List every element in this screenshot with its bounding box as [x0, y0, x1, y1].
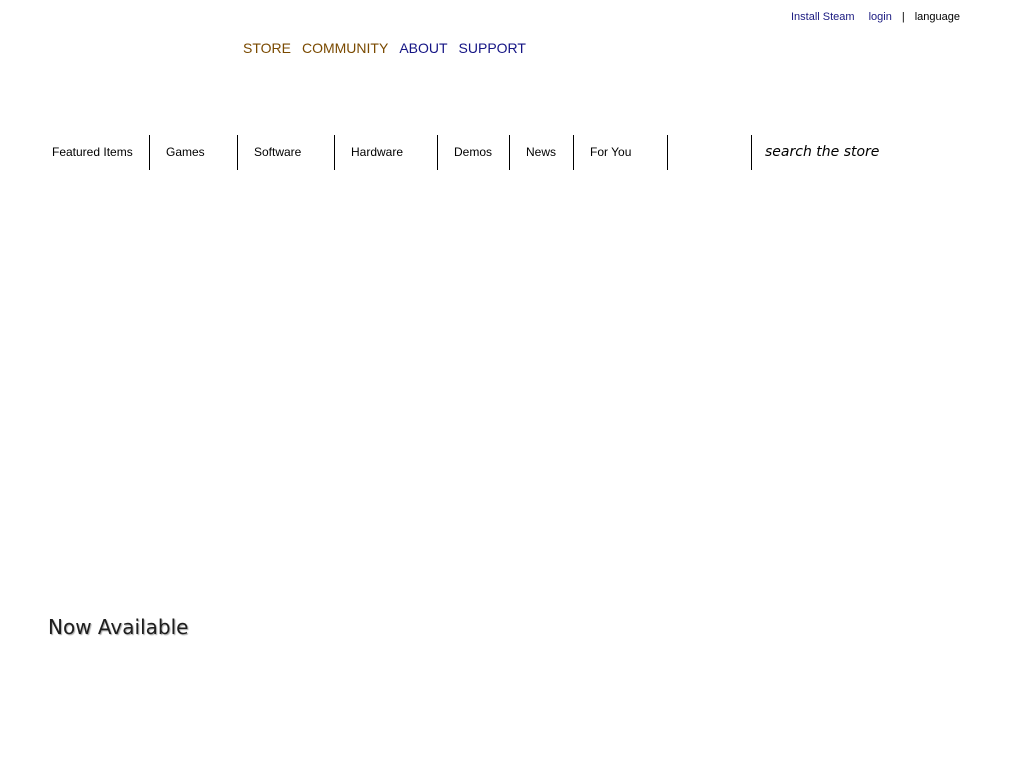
- supernav: STORE COMMUNITY ABOUT SUPPORT: [243, 40, 537, 58]
- supernav-store[interactable]: STORE: [243, 40, 291, 56]
- tab-demos[interactable]: Demos: [438, 135, 510, 170]
- tab-for-you[interactable]: For You: [574, 135, 668, 170]
- search-input[interactable]: [765, 142, 895, 162]
- account-separator: |: [901, 11, 905, 23]
- store-search: [752, 135, 895, 170]
- supernav-support[interactable]: SUPPORT: [459, 40, 526, 56]
- tab-hardware[interactable]: Hardware: [335, 135, 438, 170]
- supernav-about[interactable]: ABOUT: [399, 40, 447, 56]
- tab-games[interactable]: Games: [150, 135, 238, 170]
- language-selector[interactable]: language: [915, 11, 960, 23]
- supernav-community[interactable]: COMMUNITY: [302, 40, 388, 56]
- tab-software[interactable]: Software: [238, 135, 335, 170]
- global-actions: Install Steam login | language: [791, 10, 960, 24]
- store-nav: Featured Items Games Software Hardware D…: [48, 135, 895, 170]
- tab-empty: [668, 135, 752, 170]
- tab-featured-items[interactable]: Featured Items: [48, 135, 150, 170]
- install-steam-link[interactable]: Install Steam: [791, 11, 855, 23]
- login-link[interactable]: login: [869, 11, 892, 23]
- now-available-heading: Now Available: [48, 615, 189, 639]
- tab-news[interactable]: News: [510, 135, 574, 170]
